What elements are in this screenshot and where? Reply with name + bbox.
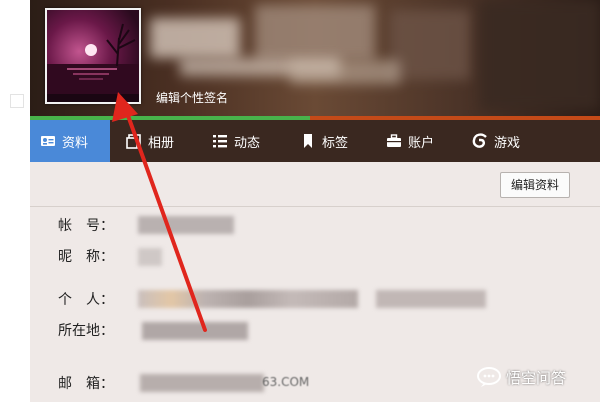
bookmark-icon: [300, 133, 316, 149]
tab-profile[interactable]: 资料: [30, 120, 110, 162]
account-label: 帐 号：: [58, 218, 114, 234]
tab-profile-label: 资料: [62, 135, 89, 151]
profile-header: 编辑个性签名: [30, 0, 600, 120]
personal-value-redacted: [376, 290, 486, 308]
tab-album-label: 相册: [148, 135, 175, 151]
blurred-background-patch: [255, 5, 375, 60]
avatar-moonlit-lake-image: [47, 10, 139, 102]
profile-panel: 编辑个性签名 资料 相册 动态 标签 账户 游戏 编辑资料 帐 号： 昵 称： …: [30, 0, 600, 402]
avatar[interactable]: [45, 8, 141, 104]
blurred-background-patch: [390, 10, 470, 80]
list-icon: [212, 133, 228, 149]
tab-account-label: 账户: [408, 135, 435, 151]
tab-games[interactable]: 游戏: [472, 120, 520, 162]
tab-tags[interactable]: 标签: [300, 120, 348, 162]
edge-marker: [10, 94, 24, 108]
personal-value-redacted: [138, 290, 358, 308]
tab-account[interactable]: 账户: [386, 120, 434, 162]
game-swirl-icon: [472, 133, 488, 149]
profile-nav: 资料 相册 动态 标签 账户 游戏: [30, 120, 600, 162]
watermark-text: 悟空问答: [506, 368, 567, 387]
tab-feed-label: 动态: [234, 135, 261, 151]
nickname-value-redacted: [138, 248, 162, 266]
edit-signature-link[interactable]: 编辑个性签名: [156, 89, 228, 106]
watermark: 悟空问答: [476, 366, 566, 388]
edit-profile-button[interactable]: 编辑资料: [499, 172, 570, 198]
briefcase-icon: [386, 133, 402, 149]
email-suffix: 63.COM: [262, 375, 310, 389]
personal-label: 个 人：: [58, 292, 114, 308]
blurred-background-patch: [480, 0, 600, 110]
section-divider: [30, 206, 600, 207]
location-label: 所在地：: [58, 323, 114, 339]
email-label: 邮 箱：: [58, 376, 114, 392]
location-value-redacted: [142, 322, 248, 340]
id-card-icon: [40, 133, 56, 149]
left-edge: [0, 0, 30, 402]
speech-bubble-logo-icon: [477, 367, 501, 387]
blurred-background-patch: [290, 60, 400, 84]
photo-album-icon: [126, 133, 142, 149]
tab-games-label: 游戏: [494, 135, 521, 151]
nickname-label: 昵 称：: [58, 249, 114, 265]
tab-album[interactable]: 相册: [126, 120, 174, 162]
window: 编辑个性签名 资料 相册 动态 标签 账户 游戏 编辑资料 帐 号： 昵 称： …: [0, 0, 600, 402]
tab-feed[interactable]: 动态: [212, 120, 260, 162]
tab-tags-label: 标签: [322, 135, 349, 151]
account-value-redacted: [138, 216, 234, 234]
email-value-redacted: [140, 374, 264, 392]
blurred-background-patch: [150, 18, 240, 58]
